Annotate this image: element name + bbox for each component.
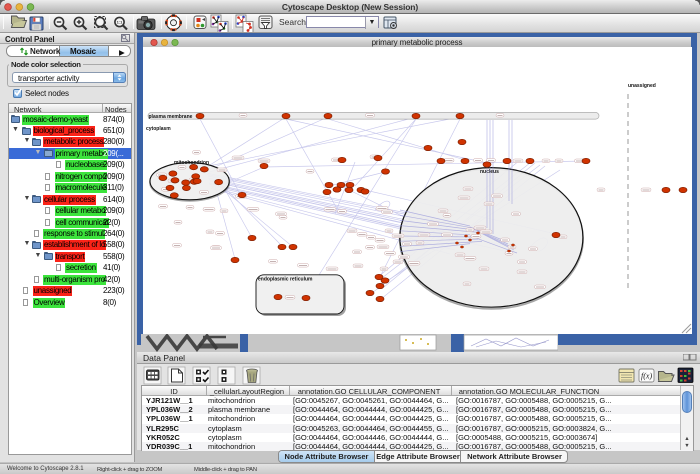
svg-text:cytoplasm: cytoplasm	[146, 126, 171, 132]
svg-text:nucleus: nucleus	[480, 169, 499, 175]
svg-text:unassigned: unassigned	[628, 83, 656, 89]
svg-text:1:1: 1:1	[117, 20, 124, 25]
svg-text:plasma membrane: plasma membrane	[149, 114, 193, 120]
svg-text:endoplasmic reticulum: endoplasmic reticulum	[258, 277, 313, 283]
svg-text:f(x): f(x)	[641, 372, 652, 381]
